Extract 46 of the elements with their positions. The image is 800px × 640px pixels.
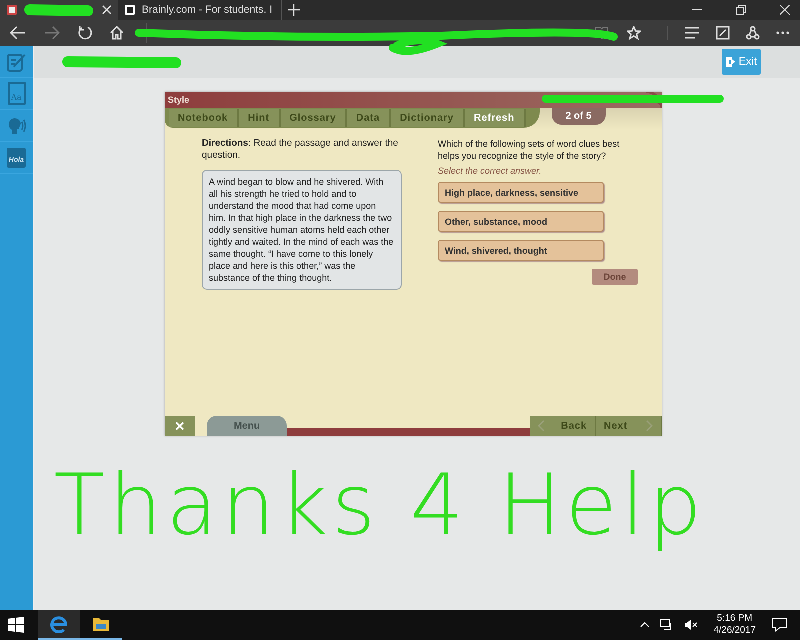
restore-icon[interactable] <box>736 5 746 15</box>
book-label: Aa <box>11 93 22 103</box>
chevron-left-icon <box>538 420 545 432</box>
windows-logo-icon[interactable] <box>8 617 24 633</box>
directions-text: Directions: Read the passage and answer the question. <box>202 138 400 162</box>
tab-title: Brainly.com - For students. I <box>142 4 273 16</box>
close-button[interactable]: ✕ <box>165 416 195 436</box>
chevron-up-icon[interactable] <box>640 622 650 628</box>
instruction-text: Select the correct answer. <box>438 166 542 176</box>
notification-icon[interactable] <box>772 618 788 632</box>
notebook-pencil-icon <box>6 52 26 72</box>
site-icon <box>6 4 18 16</box>
speaker-muted-icon[interactable] <box>684 619 698 631</box>
more-icon[interactable] <box>776 31 790 35</box>
close-icon[interactable] <box>102 5 112 15</box>
handwritten-note: Thanks 4 Help <box>54 456 706 554</box>
progress-label: 2 of 5 <box>552 108 606 125</box>
refresh-icon[interactable] <box>78 26 92 40</box>
browser-e-icon <box>50 615 68 633</box>
exit-button[interactable]: Exit <box>722 49 761 75</box>
answer-option[interactable]: High place, darkness, sensitive <box>438 182 604 203</box>
new-tab-icon[interactable] <box>288 4 300 16</box>
hub-icon[interactable] <box>684 27 700 39</box>
note-pen-icon[interactable] <box>716 26 730 40</box>
exit-icon <box>726 57 736 67</box>
close-icon[interactable] <box>780 5 790 15</box>
clock-date[interactable]: 4/26/2017 <box>714 625 756 637</box>
star-icon[interactable] <box>627 26 641 40</box>
home-icon[interactable] <box>110 26 124 40</box>
answer-option[interactable]: Wind, shivered, thought <box>438 240 604 261</box>
network-icon[interactable] <box>660 619 674 631</box>
clock-time[interactable]: 5:16 PM <box>717 613 753 625</box>
answer-option[interactable]: Other, substance, mood <box>438 211 604 232</box>
forward-arrow-icon[interactable] <box>44 26 60 40</box>
site-icon <box>124 4 136 16</box>
passage-text: A wind began to blow and he shivered. With all his strength he tried to hold and to understand the mood that had come upon him. In that high place in the darkness the two oddly sensitive human atoms held each other tightly and waited. In the mind of each was the same thought. “I have come to this lonely place and here is this other,” was the substance of the thing thought. <box>202 170 402 290</box>
chevron-right-icon <box>646 420 653 432</box>
tool-tab[interactable]: Refresh <box>464 109 526 127</box>
sidebar-item[interactable]: Aa <box>0 78 33 110</box>
back-arrow-icon[interactable] <box>10 26 26 40</box>
redaction-scribble <box>24 4 94 17</box>
taskbar-app[interactable] <box>38 610 80 640</box>
activity-title: Style <box>168 95 190 105</box>
folder-icon <box>92 616 110 632</box>
share-icon[interactable] <box>746 26 760 40</box>
question-text: Which of the following sets of word clues best helps you recognize the style of the story? <box>438 138 621 162</box>
